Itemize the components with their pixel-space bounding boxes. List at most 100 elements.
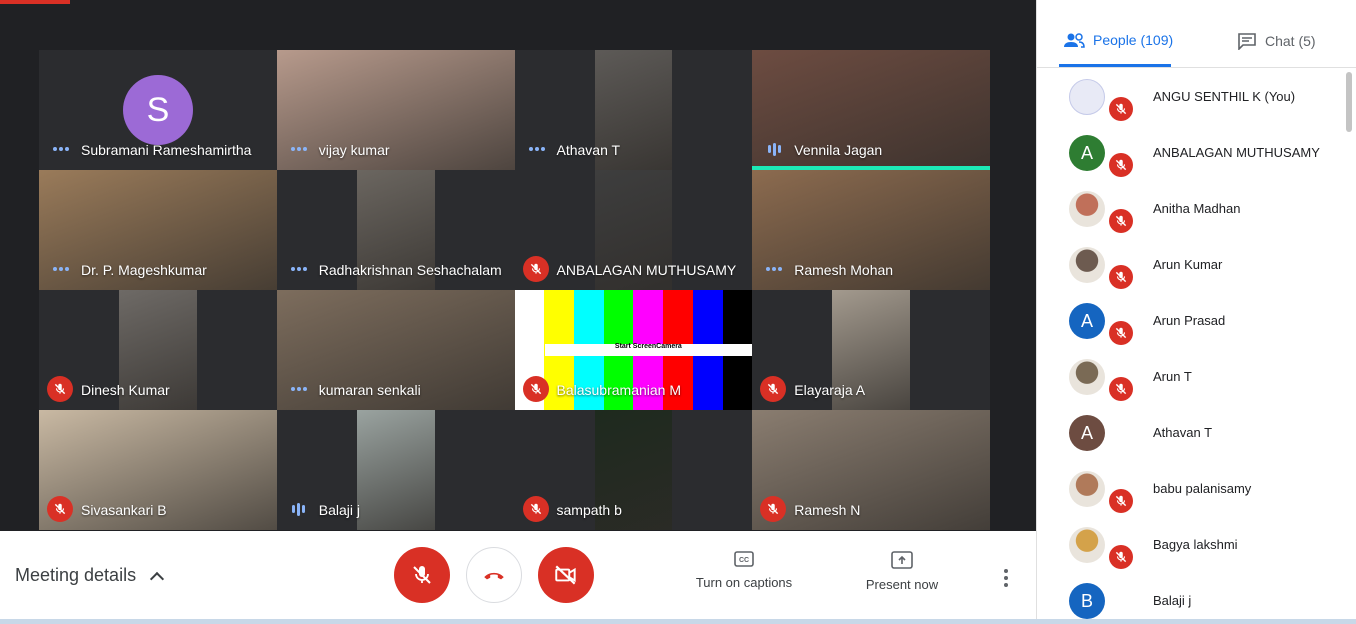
muted-mic-icon — [1109, 545, 1133, 569]
present-now-label: Present now — [865, 577, 939, 592]
participant-tile[interactable]: Dinesh Kumar — [39, 290, 277, 410]
participant-row[interactable]: A Athavan T — [1037, 405, 1356, 461]
avatar — [1069, 191, 1105, 227]
participant-row[interactable]: B Balaji j — [1037, 573, 1356, 624]
participant-tile[interactable]: Elayaraja A — [752, 290, 990, 410]
chevron-up-icon — [150, 571, 165, 586]
audio-level-icon — [287, 497, 311, 521]
muted-mic-icon — [1109, 321, 1133, 345]
meet-window: S Subramani Rameshamirtha vijay kumar Athav… — [0, 0, 1356, 624]
participant-row[interactable]: Bagya lakshmi — [1037, 517, 1356, 573]
participant-tile[interactable]: Athavan T — [514, 50, 753, 170]
participant-name: Sivasankari B — [81, 502, 167, 518]
panel-tabs: People (109) Chat (5) — [1037, 0, 1356, 68]
participant-row[interactable]: A Arun Prasad — [1037, 293, 1356, 349]
avatar: S — [123, 75, 193, 145]
muted-mic-icon — [1109, 97, 1133, 121]
participant-tile[interactable]: Radhakrishnan Seshachalam — [276, 170, 515, 290]
muted-mic-icon — [1109, 209, 1133, 233]
participant-row[interactable]: ANGU SENTHIL K (You) — [1037, 69, 1356, 125]
more-dots-icon — [525, 137, 549, 161]
camera-toggle-button[interactable] — [538, 547, 594, 603]
mic-off-icon — [413, 566, 431, 584]
participant-row[interactable]: A ANBALAGAN MUTHUSAMY — [1037, 125, 1356, 181]
participant-tile[interactable]: kumaran senkali — [276, 290, 515, 410]
participant-row[interactable]: Anitha Madhan — [1037, 181, 1356, 237]
avatar — [1069, 79, 1105, 115]
muted-mic-icon — [522, 496, 549, 522]
recording-indicator — [0, 0, 70, 4]
participant-name: Elayaraja A — [794, 382, 866, 398]
participant-name: Arun Prasad — [1153, 313, 1226, 328]
muted-mic-icon — [1109, 153, 1133, 177]
people-list: ANGU SENTHIL K (You) A ANBALAGAN MUTHUSAMY… — [1037, 69, 1356, 624]
participant-name: Dinesh Kumar — [81, 382, 170, 398]
video-overlay-text: Start ScreenCamera — [544, 343, 753, 356]
video-feed — [276, 50, 515, 170]
video-feed — [356, 410, 435, 530]
participant-name: Ramesh Mohan — [794, 262, 894, 278]
captions-label: Turn on captions — [695, 575, 793, 590]
participant-tile[interactable]: vijay kumar — [276, 50, 515, 170]
microphone-toggle-button[interactable] — [394, 547, 450, 603]
participant-tile[interactable]: Vennila Jagan — [752, 50, 990, 170]
more-dots-icon — [762, 257, 786, 281]
avatar — [1069, 359, 1105, 395]
closed-captions-icon: CC — [734, 551, 754, 567]
video-stage: S Subramani Rameshamirtha vijay kumar Athav… — [0, 0, 1036, 531]
meeting-details-label: Meeting details — [15, 565, 137, 585]
participant-tile[interactable]: Balaji j — [276, 410, 515, 530]
more-dots-icon — [49, 137, 73, 161]
participant-row[interactable]: babu palanisamy — [1037, 461, 1356, 517]
video-feed — [752, 410, 990, 530]
participant-name: Vennila Jagan — [794, 142, 883, 158]
muted-mic-icon — [522, 256, 549, 282]
avatar: A — [1069, 135, 1105, 171]
participant-name: Ramesh N — [794, 502, 861, 518]
muted-mic-icon — [522, 376, 549, 402]
avatar — [1069, 527, 1105, 563]
muted-mic-icon — [47, 376, 73, 402]
participant-tile[interactable]: S Subramani Rameshamirtha — [39, 50, 277, 170]
participant-tile[interactable]: Ramesh Mohan — [752, 170, 990, 290]
more-options-icon[interactable] — [1004, 566, 1008, 590]
participant-name: Radhakrishnan Seshachalam — [318, 262, 502, 278]
participant-name: Balasubramanian M — [556, 382, 682, 398]
participant-tile[interactable]: Start ScreenCamera Balasubramanian M — [514, 290, 753, 410]
avatar: A — [1069, 303, 1105, 339]
participant-tile[interactable]: sampath b — [514, 410, 753, 530]
tab-chat[interactable]: Chat (5) — [1237, 32, 1316, 50]
active-tab-indicator — [1059, 64, 1171, 67]
present-now-button[interactable]: Present now — [842, 551, 962, 592]
avatar — [1069, 471, 1105, 507]
os-taskbar-edge — [0, 619, 1356, 624]
more-dots-icon — [1109, 433, 1133, 457]
people-tab-label: People (109) — [1093, 32, 1174, 48]
participant-name: Balaji j — [318, 502, 360, 518]
participant-tile[interactable]: ANBALAGAN MUTHUSAMY — [514, 170, 753, 290]
participant-name: sampath b — [556, 502, 622, 518]
participant-name: Bagya lakshmi — [1153, 537, 1238, 552]
tab-people[interactable]: People (109) — [1063, 32, 1173, 48]
leave-call-button[interactable] — [466, 547, 522, 603]
bottom-toolbar: Meeting details CC Turn on captions Pres… — [0, 531, 1036, 624]
more-dots-icon — [287, 257, 311, 281]
hang-up-icon — [484, 572, 504, 580]
avatar: A — [1069, 415, 1105, 451]
muted-mic-icon — [1109, 377, 1133, 401]
people-list-scrollbar[interactable] — [1346, 72, 1352, 132]
participant-tile[interactable]: Sivasankari B — [39, 410, 277, 530]
participant-tile[interactable]: Ramesh N — [752, 410, 990, 530]
side-panel: People (109) Chat (5) ANGU SENTHIL K (Yo… — [1036, 0, 1356, 624]
captions-button[interactable]: CC Turn on captions — [684, 551, 804, 590]
participant-name: Athavan T — [1153, 425, 1213, 440]
more-dots-icon — [287, 377, 311, 401]
participant-tile[interactable]: Dr. P. Mageshkumar — [39, 170, 277, 290]
participant-name: Athavan T — [556, 142, 621, 158]
participant-row[interactable]: Arun Kumar — [1037, 237, 1356, 293]
participant-row[interactable]: Arun T — [1037, 349, 1356, 405]
meeting-details-button[interactable]: Meeting details — [15, 565, 165, 586]
participant-name: Dr. P. Mageshkumar — [81, 262, 207, 278]
participant-name: ANGU SENTHIL K (You) — [1153, 89, 1296, 104]
muted-mic-icon — [47, 496, 73, 522]
